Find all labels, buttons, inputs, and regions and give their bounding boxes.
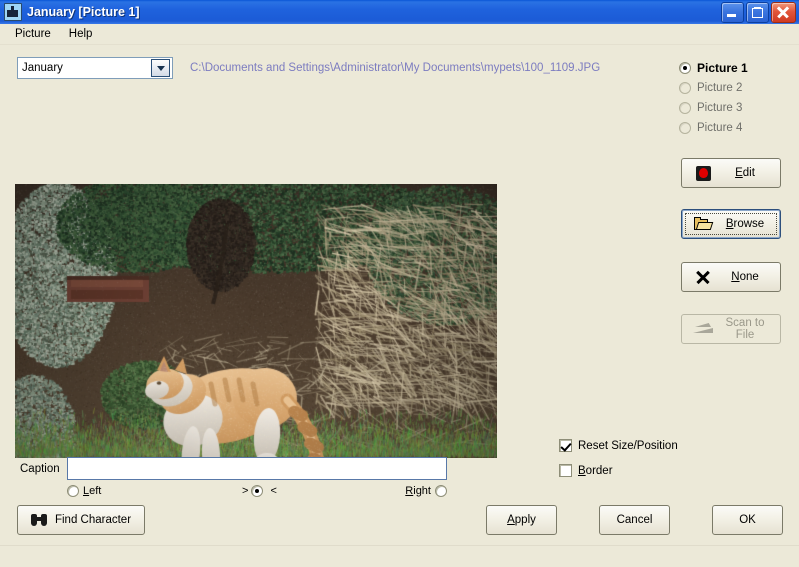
file-path-label: C:\Documents and Settings\Administrator\… <box>190 62 601 74</box>
picture-slot-3[interactable]: Picture 3 <box>679 98 799 118</box>
picture-slot-group: Picture 1 Picture 2 Picture 3 Picture 4 <box>679 58 799 138</box>
x-icon <box>690 269 716 285</box>
window-title: January [Picture 1] <box>27 5 140 19</box>
reset-size-position-option[interactable]: Reset Size/Position <box>559 439 678 452</box>
find-character-button[interactable]: Find Character <box>17 505 145 535</box>
align-center-left-marker: > <box>242 485 249 497</box>
align-left-option[interactable]: Left <box>67 485 101 497</box>
edit-button[interactable]: Edit <box>681 158 781 188</box>
picture-slot-3-label: Picture 3 <box>697 102 743 114</box>
none-button-label: None <box>731 271 759 283</box>
close-icon <box>772 3 795 22</box>
align-center-option[interactable]: > < <box>239 485 280 497</box>
restore-button[interactable] <box>746 2 769 23</box>
picture-slot-1-label: Picture 1 <box>697 61 748 75</box>
menu-help[interactable]: Help <box>60 26 102 42</box>
picture-slot-1[interactable]: Picture 1 <box>679 58 799 78</box>
palette-icon <box>690 165 716 181</box>
ok-button[interactable]: OK <box>712 505 783 535</box>
radio-picture-3[interactable] <box>679 102 691 114</box>
month-combobox-value: January <box>22 62 63 74</box>
find-character-label: Find Character <box>54 514 132 526</box>
menu-picture[interactable]: Picture <box>6 26 60 42</box>
checkbox-reset-size-position[interactable] <box>559 439 572 452</box>
apply-button[interactable]: Apply <box>486 505 557 535</box>
align-right-label: Right <box>405 485 431 497</box>
restore-icon <box>747 3 768 22</box>
chevron-down-icon[interactable] <box>151 59 170 77</box>
picture-slot-4[interactable]: Picture 4 <box>679 118 799 138</box>
status-strip <box>0 545 799 567</box>
binoculars-icon <box>30 514 47 526</box>
align-center-right-marker: < <box>270 485 277 497</box>
reset-size-position-label: Reset Size/Position <box>578 439 678 452</box>
scan-to-file-button-label: Scan to File <box>725 317 765 341</box>
minimize-icon <box>722 3 743 22</box>
caption-input[interactable] <box>67 457 447 480</box>
align-left-label: Left <box>83 485 102 497</box>
caption-alignment-group: Left > < Right <box>67 485 447 501</box>
radio-picture-1[interactable] <box>679 62 691 74</box>
window-controls <box>721 2 796 23</box>
radio-align-right[interactable] <box>435 485 447 497</box>
title-bar: January [Picture 1] <box>0 0 799 24</box>
scanner-icon <box>690 323 716 335</box>
border-label: Border <box>578 464 613 477</box>
browse-button[interactable]: Browse <box>681 209 781 239</box>
picture-slot-2[interactable]: Picture 2 <box>679 78 799 98</box>
cancel-button[interactable]: Cancel <box>599 505 670 535</box>
picture-slot-2-label: Picture 2 <box>697 82 743 94</box>
radio-align-left[interactable] <box>67 485 79 497</box>
none-button[interactable]: None <box>681 262 781 292</box>
scan-to-file-button: Scan to File <box>681 314 781 344</box>
picture-preview-canvas <box>15 184 497 458</box>
apply-button-label: Apply <box>507 514 536 526</box>
checkbox-border[interactable] <box>559 464 572 477</box>
calendar-picture-icon <box>4 3 22 21</box>
minimize-button[interactable] <box>721 2 744 23</box>
cancel-button-label: Cancel <box>616 514 653 526</box>
radio-picture-2[interactable] <box>679 82 691 94</box>
application-window: January [Picture 1] Picture Help January… <box>0 0 799 567</box>
picture-preview[interactable] <box>15 184 497 458</box>
edit-button-label: Edit <box>735 167 755 179</box>
month-combobox[interactable]: January <box>17 57 173 79</box>
close-button[interactable] <box>771 2 796 23</box>
picture-slot-4-label: Picture 4 <box>697 122 743 134</box>
border-option[interactable]: Border <box>559 464 613 477</box>
ok-button-label: OK <box>739 514 756 526</box>
dialog-body: January C:\Documents and Settings\Admini… <box>0 45 799 545</box>
radio-align-center[interactable] <box>251 485 264 497</box>
caption-label: Caption <box>20 463 60 475</box>
align-right-option[interactable]: Right <box>405 485 447 497</box>
menu-bar: Picture Help <box>0 24 799 45</box>
radio-picture-4[interactable] <box>679 122 691 134</box>
